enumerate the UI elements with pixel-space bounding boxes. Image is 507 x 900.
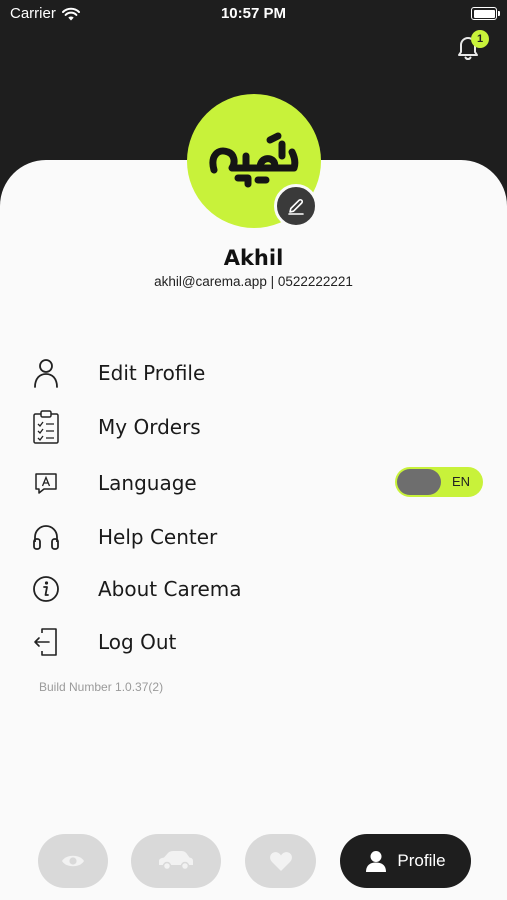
tab-discover[interactable]: [38, 834, 108, 888]
tab-profile[interactable]: Profile: [340, 834, 471, 888]
heart-icon: [269, 852, 292, 871]
status-time: 10:57 PM: [220, 5, 287, 22]
clipboard-icon: [26, 407, 66, 447]
eye-icon: [62, 855, 84, 867]
menu-item-edit-profile[interactable]: Edit Profile: [26, 351, 486, 395]
menu-item-label: Help Center: [98, 525, 218, 549]
user-name: Akhil: [223, 246, 284, 270]
menu-item-label: Log Out: [98, 630, 177, 654]
status-bar: Carrier 10:57 PM: [0, 0, 507, 30]
menu-item-label: Edit Profile: [98, 361, 206, 385]
headphones-icon: [26, 517, 66, 557]
pencil-icon: [288, 199, 304, 215]
logout-icon: [26, 622, 66, 662]
notifications-button[interactable]: 1: [451, 30, 489, 64]
language-toggle[interactable]: EN: [395, 467, 483, 497]
toggle-knob: [397, 469, 441, 495]
build-number: Build Number 1.0.37(2): [39, 680, 164, 694]
profile-icon: [366, 851, 387, 872]
menu-item-label: About Carema: [98, 577, 242, 601]
tab-cars[interactable]: [131, 834, 221, 888]
battery-icon: [471, 7, 500, 20]
menu-item-label: Language: [98, 471, 197, 495]
menu-item-my-orders[interactable]: My Orders: [26, 405, 486, 449]
menu-item-help-center[interactable]: Help Center: [26, 515, 486, 559]
person-icon: [26, 353, 66, 393]
menu-item-label: My Orders: [98, 415, 201, 439]
car-icon: [159, 851, 193, 871]
edit-avatar-button[interactable]: [274, 184, 318, 228]
menu-item-about-carema[interactable]: About Carema: [26, 567, 486, 611]
menu-item-log-out[interactable]: Log Out: [26, 620, 486, 664]
notification-badge: 1: [471, 30, 489, 48]
language-code: EN: [451, 474, 471, 489]
info-icon: [26, 569, 66, 609]
tab-favorites[interactable]: [245, 834, 316, 888]
tab-profile-label: Profile: [397, 851, 446, 870]
user-contact: akhil@carema.app | 0522222221: [154, 274, 353, 289]
language-icon: [26, 463, 66, 503]
